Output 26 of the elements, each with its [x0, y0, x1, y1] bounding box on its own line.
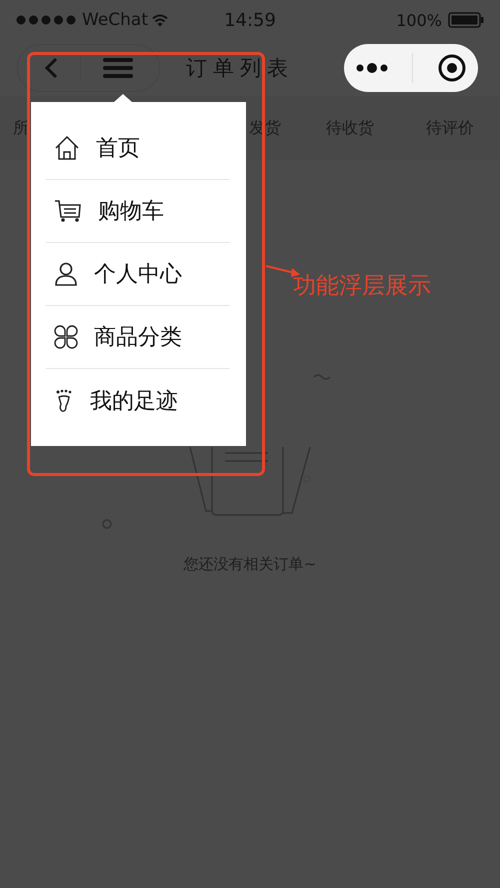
more-icon[interactable]	[356, 62, 388, 74]
menu-label: 我的足迹	[90, 388, 178, 416]
menu-label: 购物车	[98, 198, 164, 226]
carrier-name: WeChat	[82, 10, 148, 30]
annotation-label: 功能浮层展示	[293, 272, 431, 301]
page-title: 订单列表	[186, 55, 294, 82]
clover-icon	[54, 325, 78, 349]
battery-percent: 100%	[396, 10, 442, 30]
wifi-icon	[152, 14, 168, 26]
menu-item[interactable]: 我的足迹	[46, 369, 230, 432]
cart-icon	[54, 199, 82, 223]
menu-label: 首页	[96, 135, 140, 163]
menu-item[interactable]: 个人中心	[46, 243, 230, 306]
house-icon	[54, 135, 80, 161]
menu-label: 商品分类	[94, 324, 182, 352]
menu-label: 个人中心	[94, 261, 182, 289]
menu-item[interactable]: 购物车	[46, 180, 230, 243]
wave-mark-icon	[313, 372, 331, 380]
menu-item[interactable]: 商品分类	[46, 306, 230, 369]
menu-item[interactable]: 首页	[46, 117, 230, 180]
footprint-icon	[54, 388, 74, 412]
close-icon[interactable]	[438, 54, 466, 82]
signal-icon	[16, 15, 78, 25]
person-icon	[54, 262, 78, 286]
battery-icon	[448, 12, 484, 28]
clock-time: 14:59	[223, 10, 277, 30]
